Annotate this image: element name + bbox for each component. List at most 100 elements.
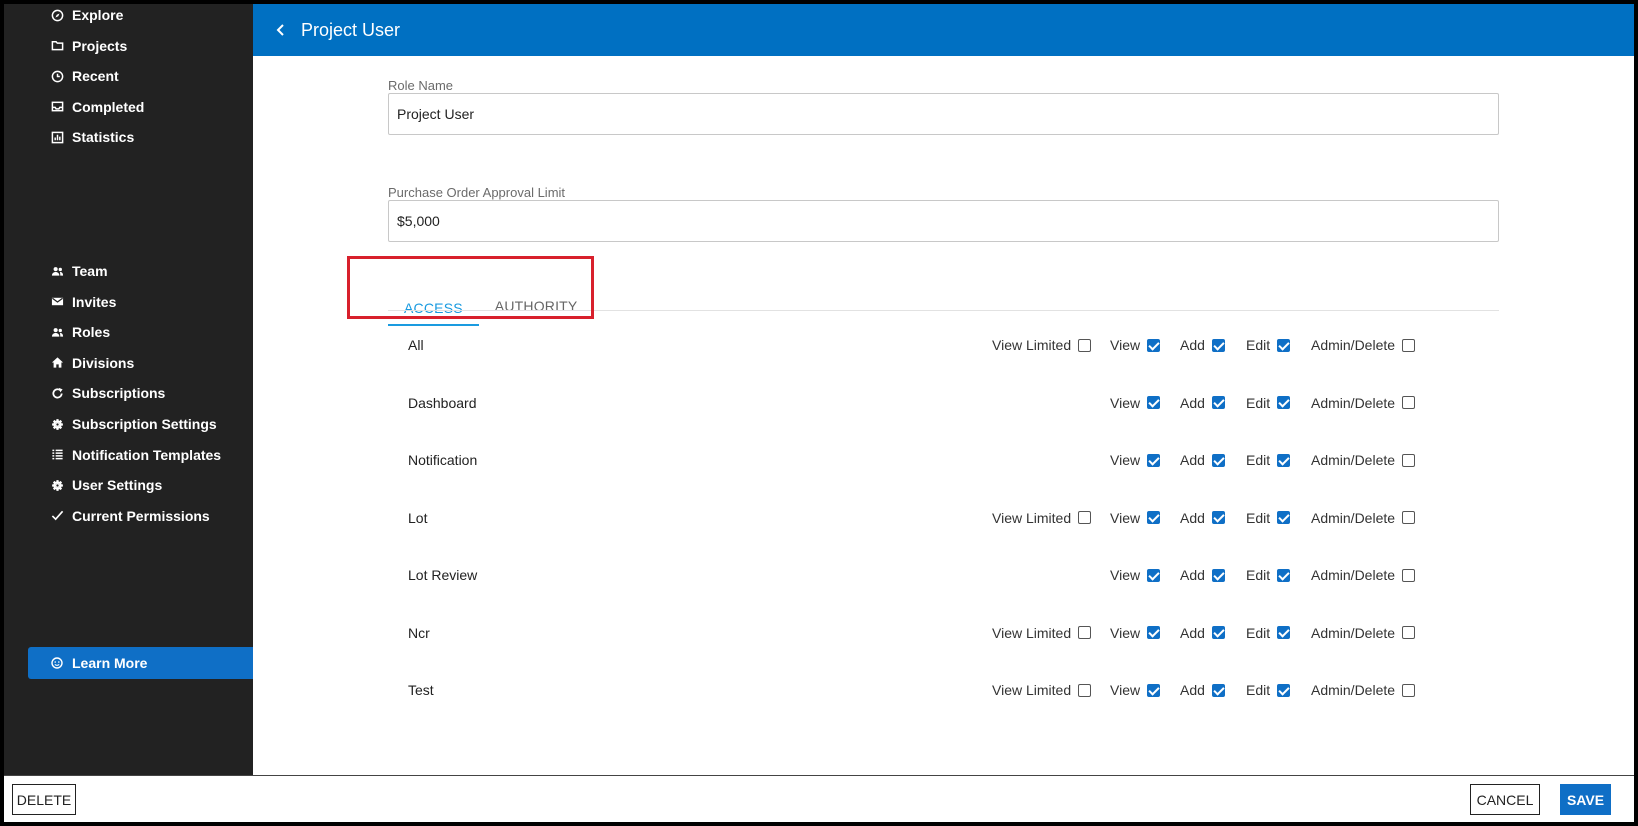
permission-option-view-limited: View Limited — [992, 330, 1092, 360]
permission-option-view-limited: View Limited — [992, 675, 1092, 705]
view-checkbox[interactable] — [1147, 626, 1161, 639]
view-limited-checkbox[interactable] — [1078, 511, 1092, 524]
sidebar-item-label: Subscription Settings — [72, 416, 217, 432]
add-checkbox[interactable] — [1211, 683, 1225, 697]
sidebar-item-label: Roles — [72, 324, 111, 341]
sidebar-item-label: Completed — [72, 98, 145, 115]
sidebar-item-statistics[interactable]: Statistics — [50, 126, 134, 148]
view-checkbox[interactable] — [1147, 568, 1161, 582]
permission-row-all: All View Limited View Add Edit Admin/Delete — [388, 330, 1499, 360]
sidebar-item-label: Current Permissions — [72, 507, 210, 524]
admin-delete-checkbox[interactable] — [1402, 338, 1416, 352]
permission-option-label: Edit — [1246, 452, 1271, 468]
edit-checkbox[interactable] — [1277, 396, 1291, 409]
permission-row-lot: Lot View Limited View Add Edit Admin/Delete — [388, 503, 1499, 533]
sidebar-item-projects[interactable]: Projects — [50, 35, 127, 57]
sidebar-item-divisions[interactable]: Divisions — [50, 352, 134, 374]
add-checkbox[interactable] — [1211, 626, 1225, 639]
sidebar-item-label: Projects — [72, 37, 128, 54]
view-checkbox[interactable] — [1147, 511, 1161, 524]
sidebar-item-label: Explore — [72, 7, 124, 23]
sidebar-item-recent[interactable]: Recent — [50, 65, 119, 87]
admin-delete-checkbox[interactable] — [1402, 511, 1416, 524]
sidebar-item-label: Statistics — [72, 129, 135, 146]
sidebar-item-subscription-settings[interactable]: Subscription Settings — [50, 413, 217, 435]
admin-delete-checkbox[interactable] — [1402, 568, 1416, 582]
view-limited-checkbox[interactable] — [1078, 683, 1092, 697]
sidebar-item-label: Divisions — [72, 354, 135, 371]
sidebar-item-user-settings[interactable]: User Settings — [50, 474, 162, 496]
role-editor: Role Name Purchase Order Approval Limit … — [253, 56, 1634, 775]
admin-delete-checkbox[interactable] — [1402, 683, 1416, 697]
learn-more-button[interactable]: Learn More — [28, 647, 253, 679]
add-checkbox[interactable] — [1211, 338, 1225, 352]
role-name-input[interactable] — [388, 93, 1499, 135]
sidebar-item-subscriptions[interactable]: Subscriptions — [50, 382, 165, 404]
edit-checkbox[interactable] — [1277, 338, 1291, 352]
gear-icon — [50, 478, 64, 492]
view-checkbox[interactable] — [1147, 396, 1161, 409]
delete-button[interactable]: DELETE — [12, 784, 76, 815]
permission-option-view: View — [1110, 560, 1161, 590]
po-limit-input[interactable] — [388, 200, 1499, 242]
refresh-icon — [50, 386, 64, 400]
sidebar-item-team[interactable]: Team — [50, 260, 108, 282]
permission-option-label: Add — [1180, 682, 1205, 698]
tab-authority[interactable]: AUTHORITY — [479, 286, 594, 326]
edit-checkbox[interactable] — [1277, 683, 1291, 697]
edit-checkbox[interactable] — [1277, 568, 1291, 582]
permission-option-label: Admin/Delete — [1311, 682, 1396, 698]
permission-option-label: Edit — [1246, 337, 1271, 353]
permission-option-label: View Limited — [992, 509, 1072, 526]
add-checkbox[interactable] — [1211, 453, 1225, 467]
admin-delete-checkbox[interactable] — [1402, 626, 1416, 639]
view-checkbox[interactable] — [1147, 453, 1161, 467]
admin-delete-checkbox[interactable] — [1402, 396, 1416, 409]
sidebar-item-label: Subscriptions — [72, 385, 166, 402]
sidebar-item-label: User Settings — [72, 477, 163, 494]
sidebar-item-notification-templates[interactable]: Notification Templates — [50, 444, 221, 466]
sidebar-item-invites[interactable]: Invites — [50, 291, 116, 313]
permission-option-view: View — [1110, 618, 1161, 648]
view-checkbox[interactable] — [1147, 338, 1161, 352]
envelope-icon — [50, 295, 64, 309]
view-limited-checkbox[interactable] — [1078, 626, 1092, 639]
permission-option-view: View — [1110, 330, 1161, 360]
permission-option-admin-delete: Admin/Delete — [1311, 560, 1416, 590]
tab-access[interactable]: ACCESS — [388, 286, 479, 326]
add-checkbox[interactable] — [1211, 396, 1225, 409]
sidebar-item-completed[interactable]: Completed — [50, 96, 144, 118]
sidebar-item-roles[interactable]: Roles — [50, 321, 110, 343]
add-checkbox[interactable] — [1211, 511, 1225, 524]
permission-option-add: Add — [1180, 388, 1225, 418]
save-button[interactable]: SAVE — [1560, 784, 1611, 815]
sidebar-item-current-permissions[interactable]: Current Permissions — [50, 505, 210, 527]
permission-option-admin-delete: Admin/Delete — [1311, 445, 1416, 475]
permission-option-view: View — [1110, 503, 1161, 533]
permission-option-admin-delete: Admin/Delete — [1311, 330, 1416, 360]
permission-name: Ncr — [408, 624, 430, 641]
action-footer: DELETE CANCEL SAVE — [4, 775, 1634, 822]
sidebar-item-explore[interactable]: Explore — [50, 4, 123, 26]
permission-option-label: Edit — [1246, 567, 1271, 583]
permission-option-add: Add — [1180, 503, 1225, 533]
permission-option-edit: Edit — [1246, 618, 1291, 648]
view-checkbox[interactable] — [1147, 683, 1161, 697]
permission-row-test: Test View Limited View Add Edit Admin/Delete — [388, 675, 1499, 705]
permission-option-label: Edit — [1246, 682, 1271, 698]
admin-delete-checkbox[interactable] — [1402, 453, 1416, 467]
edit-checkbox[interactable] — [1277, 453, 1291, 467]
back-button[interactable] — [261, 4, 301, 56]
permission-option-view-limited: View Limited — [992, 618, 1092, 648]
edit-checkbox[interactable] — [1277, 511, 1291, 524]
add-checkbox[interactable] — [1211, 568, 1225, 582]
permission-option-label: View — [1110, 682, 1141, 698]
permission-option-add: Add — [1180, 675, 1225, 705]
permission-name: Test — [408, 682, 434, 698]
cancel-button[interactable]: CANCEL — [1470, 784, 1540, 815]
permission-name: Lot Review — [408, 567, 478, 583]
permission-option-label: Add — [1180, 567, 1205, 583]
view-limited-checkbox[interactable] — [1078, 338, 1092, 352]
edit-checkbox[interactable] — [1277, 626, 1291, 639]
permission-name: Notification — [408, 452, 478, 468]
